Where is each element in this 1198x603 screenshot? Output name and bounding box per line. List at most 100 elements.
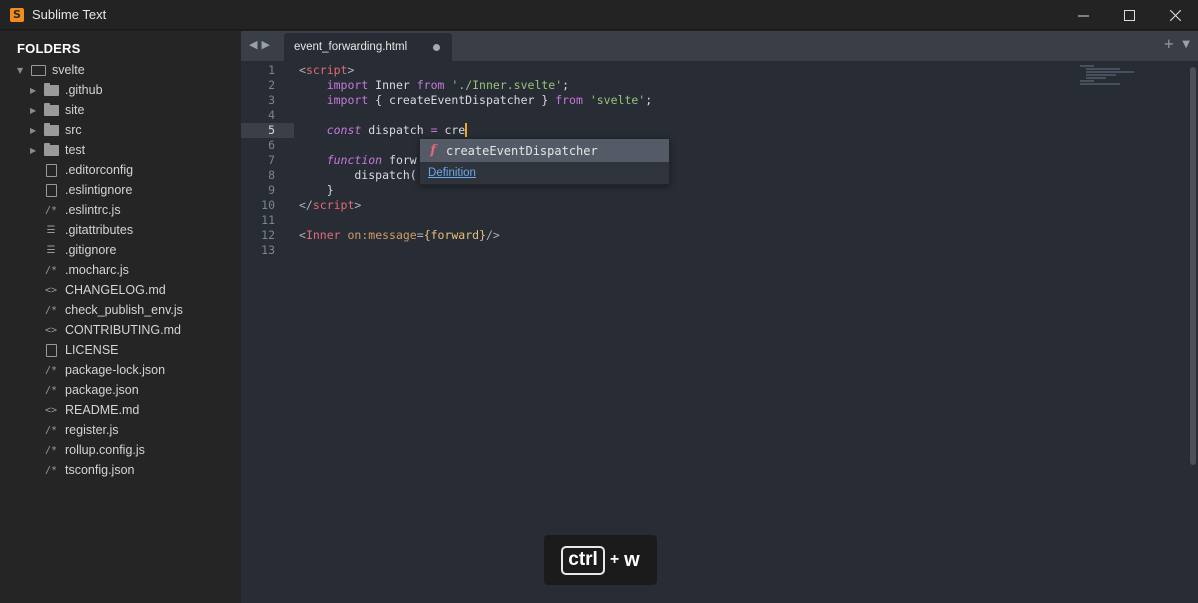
file-icon (43, 343, 59, 357)
tree-item-label: .editorconfig (65, 163, 134, 177)
code-token: {forward} (423, 228, 486, 242)
tree-file-item[interactable]: /* package-lock.json (0, 360, 241, 380)
tree-file-item[interactable]: <> README.md (0, 400, 241, 420)
tree-file-item[interactable]: /* check_publish_env.js (0, 300, 241, 320)
code-token: Inner (305, 228, 341, 242)
code-token: import (326, 78, 369, 92)
code-line[interactable]: <script> (299, 63, 1059, 78)
tree-file-item[interactable]: <> CONTRIBUTING.md (0, 320, 241, 340)
code-token: Inner (368, 78, 417, 92)
tree-folder-item[interactable]: ▶ .github (0, 80, 241, 100)
sidebar: FOLDERS ▼ svelte ▶ .github ▶ site ▶ src ▶ test.… (0, 31, 241, 603)
autocomplete-item[interactable]: f createEventDispatcher (420, 139, 669, 162)
maximize-button[interactable] (1106, 0, 1152, 30)
js-file-icon: /* (44, 384, 58, 396)
code-token: './Inner.svelte' (451, 78, 563, 92)
minimize-button[interactable] (1060, 0, 1106, 30)
code-line[interactable]: dispatch( (299, 168, 1059, 183)
tree-item-label: register.js (65, 423, 119, 437)
code-token: < (299, 63, 306, 77)
tree-file-item[interactable]: ☰ .gitignore (0, 240, 241, 260)
previous-tab-icon[interactable]: ◀ (249, 38, 257, 51)
tree-file-item[interactable]: /* package.json (0, 380, 241, 400)
line-number: 3 (268, 93, 275, 107)
unsaved-dot-icon[interactable] (433, 44, 440, 51)
code-line[interactable]: import { createEventDispatcher } from 's… (299, 93, 1059, 108)
code-line[interactable] (299, 138, 1059, 153)
code-line[interactable]: } (299, 183, 1059, 198)
collapsed-arrow-icon[interactable]: ▶ (30, 146, 40, 155)
code-line[interactable]: import Inner from './Inner.svelte'; (299, 78, 1059, 93)
tree-folder-item[interactable]: ▶ test (0, 140, 241, 160)
tree-file-item[interactable]: /* rollup.config.js (0, 440, 241, 460)
new-tab-icon[interactable]: + (1163, 37, 1174, 52)
collapsed-arrow-icon[interactable]: ▶ (30, 106, 40, 115)
window-controls (1060, 0, 1198, 30)
next-tab-icon[interactable]: ▶ (261, 38, 269, 51)
tree-item-label: .github (65, 83, 103, 97)
line-number: 13 (261, 243, 275, 257)
folder-icon (43, 82, 59, 96)
tree-file-item[interactable]: /* tsconfig.json (0, 460, 241, 480)
code-token: const (326, 123, 362, 137)
text-file-icon: ☰ (46, 244, 56, 256)
keystroke-overlay: ctrl + w (544, 535, 657, 585)
editor-pane[interactable]: 1 2 3 4 5 6 7 8 9 10 11 12 13 <script> import Inner … (241, 61, 1198, 603)
text-file-icon: ☰ (46, 224, 56, 236)
js-file-icon: /* (44, 204, 58, 216)
code-line[interactable]: <Inner on:message={forward}/> (299, 228, 1059, 243)
tree-folder-item[interactable]: ▶ src (0, 120, 241, 140)
tree-file-item[interactable]: /* .eslintrc.js (0, 200, 241, 220)
tree-file-item[interactable]: .eslintignore (0, 180, 241, 200)
code-token: > (347, 63, 355, 77)
js-file-icon: /* (44, 444, 58, 456)
code-line[interactable] (299, 108, 1059, 123)
minimap[interactable] (1080, 65, 1136, 89)
tree-file-item[interactable]: ☰ .gitattributes (0, 220, 241, 240)
tab-list-dropdown-icon[interactable]: ▼ (1182, 39, 1190, 52)
folder-icon (43, 142, 59, 156)
tree-root-folder[interactable]: ▼ svelte (0, 60, 241, 80)
tree-file-item[interactable]: .editorconfig (0, 160, 241, 180)
code-line[interactable]: function forw (299, 153, 1059, 168)
tree-item-label: src (65, 123, 82, 137)
code-line[interactable] (299, 243, 1059, 258)
tab-nav: ◀ ▶ (249, 38, 270, 51)
code-line[interactable]: const dispatch = cre (299, 123, 1059, 138)
line-number: 9 (268, 183, 275, 197)
expanded-arrow-icon[interactable]: ▼ (17, 66, 27, 75)
folder-icon (43, 122, 59, 136)
tree-file-item[interactable]: /* .mocharc.js (0, 260, 241, 280)
code-token: < (299, 228, 306, 242)
code-line[interactable] (299, 213, 1059, 228)
code-area[interactable]: <script> import Inner from './Inner.svel… (299, 63, 1059, 258)
tree-folder-item[interactable]: ▶ site (0, 100, 241, 120)
code-token: function (326, 153, 383, 167)
tree-item-label: .gitignore (65, 243, 117, 257)
plus-sign: + (609, 551, 620, 568)
code-token: script (312, 198, 355, 212)
code-token: </ (299, 198, 313, 212)
close-button[interactable] (1152, 0, 1198, 30)
code-line[interactable]: </script> (299, 198, 1059, 213)
maximize-icon (1123, 9, 1135, 21)
collapsed-arrow-icon[interactable]: ▶ (30, 126, 40, 135)
js-file-icon: /* (44, 424, 58, 436)
code-token: dispatch( (299, 168, 417, 182)
code-token: > (354, 198, 362, 212)
definition-link[interactable]: Definition (428, 167, 476, 179)
function-kind-icon: f (430, 143, 436, 158)
js-file-icon: /* (44, 264, 58, 276)
tree-file-item[interactable]: <> CHANGELOG.md (0, 280, 241, 300)
collapsed-arrow-icon[interactable]: ▶ (30, 86, 40, 95)
line-number: 7 (268, 153, 275, 167)
tab-label: event_forwarding.html (294, 41, 408, 53)
tree-file-item[interactable]: /* register.js (0, 420, 241, 440)
tree-file-item[interactable]: LICENSE (0, 340, 241, 360)
vertical-scrollbar[interactable] (1190, 67, 1196, 465)
tab-event-forwarding[interactable]: event_forwarding.html (284, 33, 452, 61)
